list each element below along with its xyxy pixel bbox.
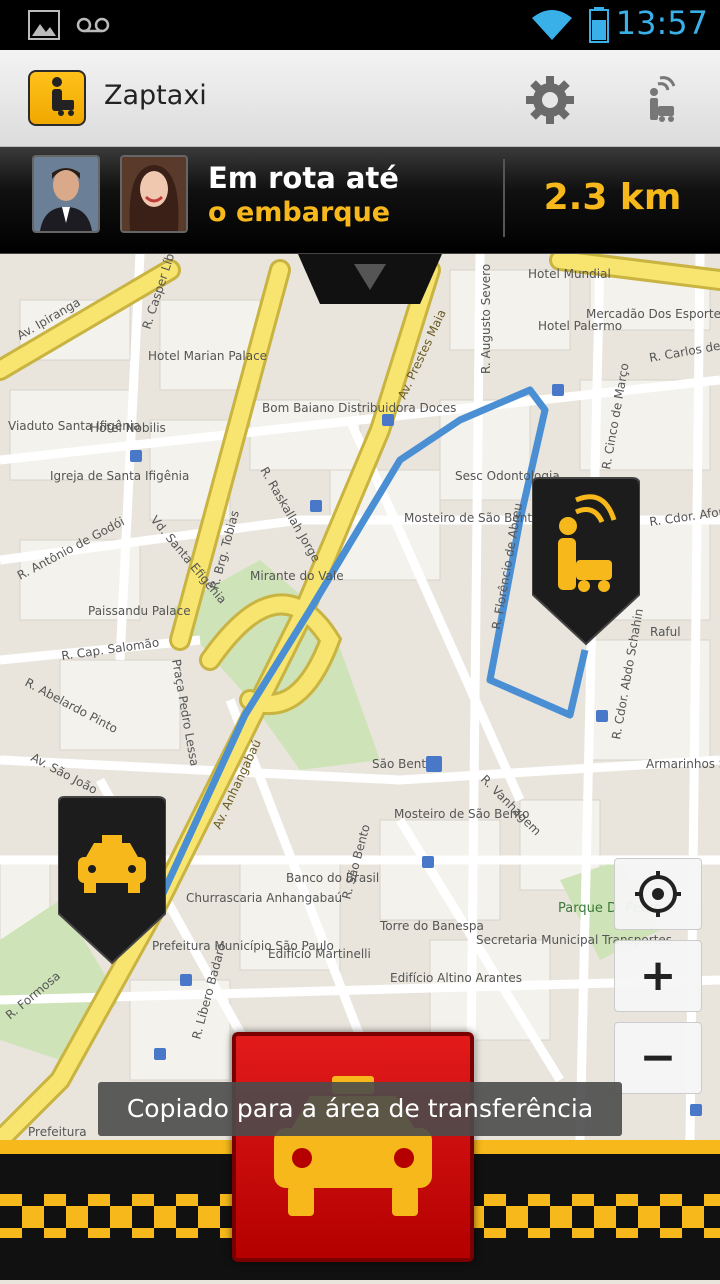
svg-text:Armarinhos Santa Cecília: Armarinhos Santa Cecília [646,757,720,771]
svg-text:Hotel Mundial: Hotel Mundial [528,267,611,281]
map-canvas[interactable]: Av. Ipiranga R. Casper Líbero Hotel Mari… [0,254,720,1140]
svg-text:Mirante do Vale: Mirante do Vale [250,569,344,583]
svg-text:São Bento: São Bento [372,757,433,771]
zoom-in-button[interactable]: + [614,940,702,1012]
trip-status-bar: Em rota até o embarque 2.3 km [0,147,720,254]
svg-text:Hotel Marian Palace: Hotel Marian Palace [148,349,267,363]
svg-text:Hotel Palermo: Hotel Palermo [538,319,622,333]
svg-text:Torre do Banespa: Torre do Banespa [379,919,484,933]
map-view[interactable]: Av. Ipiranga R. Casper Líbero Hotel Mari… [0,254,720,1140]
taxi-location-marker[interactable] [58,795,166,965]
action-bar: Zaptaxi [0,50,720,147]
passenger-avatar[interactable] [120,155,188,233]
trip-status-subtitle: o embarque [208,197,391,228]
wifi-icon [532,10,572,40]
toast-message: Copiado para a área de transferência [98,1082,622,1136]
zaptaxi-logo-icon[interactable] [28,70,86,126]
gear-icon[interactable] [522,72,578,128]
pickup-location-marker[interactable] [532,476,640,646]
voicemail-icon [76,17,110,33]
status-bar: 13:57 [0,0,720,50]
svg-text:Hotel Nobilis: Hotel Nobilis [90,421,166,435]
svg-text:Edifício Altino Arantes: Edifício Altino Arantes [390,971,522,985]
collapse-trip-panel-button[interactable] [298,254,442,304]
taxi-icon [274,1076,432,1216]
svg-text:Raful: Raful [650,625,681,639]
svg-text:Bom Baiano Distribuidora Doces: Bom Baiano Distribuidora Doces [262,401,456,415]
svg-text:R. Augusto Severo: R. Augusto Severo [479,264,493,374]
battery-icon [589,7,609,43]
trip-status-title: Em rota até [208,161,399,195]
status-clock: 13:57 [615,4,708,42]
app-title: Zaptaxi [104,80,207,111]
svg-text:Edifício Martinelli: Edifício Martinelli [268,947,371,961]
my-location-button[interactable] [614,858,702,930]
svg-text:Prefeitura: Prefeitura [28,1125,87,1139]
call-taxi-button[interactable] [232,1032,474,1262]
crosshair-icon [635,871,681,917]
trip-distance: 2.3 km [543,177,682,218]
svg-text:Churrascaria Anhangabaú: Churrascaria Anhangabaú [186,891,342,905]
taxi-signal-icon[interactable] [640,72,684,128]
gallery-icon [28,10,60,40]
svg-text:Igreja de Santa Ifigênia: Igreja de Santa Ifigênia [50,469,189,483]
svg-text:Paissandu Palace: Paissandu Palace [88,604,191,618]
driver-avatar[interactable] [32,155,100,233]
svg-text:Banco do Brasil: Banco do Brasil [286,871,379,885]
zoom-out-button[interactable]: − [614,1022,702,1094]
